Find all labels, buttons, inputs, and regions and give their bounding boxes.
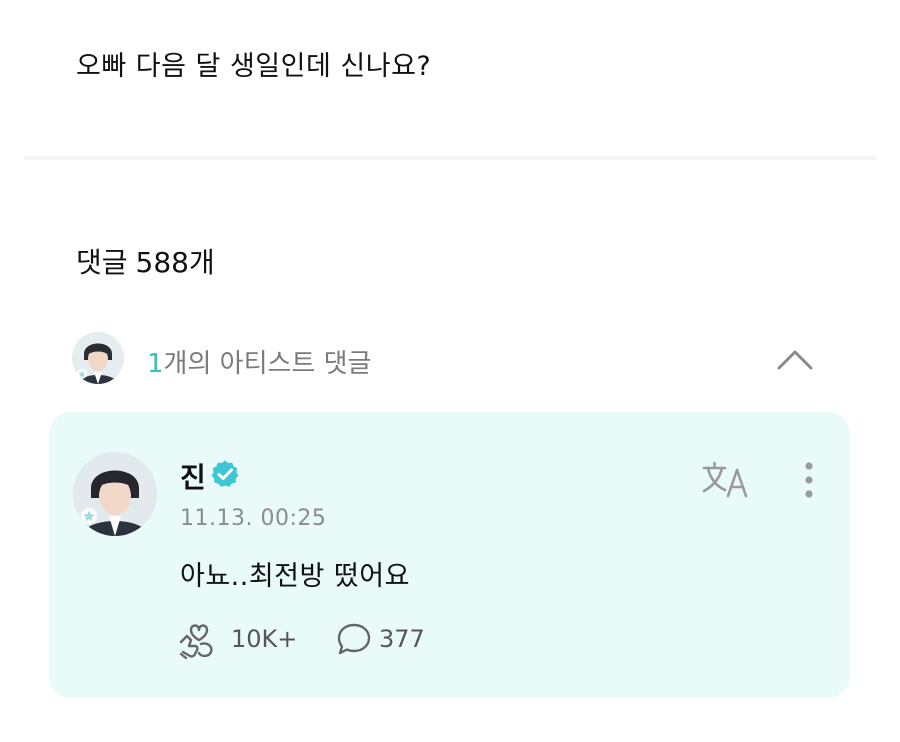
reply-icon[interactable] bbox=[335, 621, 373, 657]
chevron-up-icon[interactable] bbox=[775, 340, 815, 380]
like-count: 10K+ bbox=[231, 625, 298, 653]
avatar-image bbox=[73, 452, 157, 536]
comments-header: 댓글 588개 bbox=[76, 241, 215, 281]
post-text: 오빠 다음 달 생일인데 신나요? bbox=[76, 51, 432, 82]
comment-author[interactable]: 진 bbox=[180, 456, 206, 496]
avatar bbox=[72, 332, 124, 384]
more-vertical-icon[interactable] bbox=[799, 460, 819, 504]
avatar[interactable] bbox=[73, 452, 157, 536]
artist-comments-label: 1개의 아티스트 댓글 bbox=[147, 343, 371, 380]
comments-count: 588개 bbox=[135, 246, 215, 279]
like-icon[interactable] bbox=[177, 620, 219, 660]
comments-label: 댓글 bbox=[76, 246, 128, 279]
translate-icon[interactable] bbox=[701, 460, 755, 500]
comment-card: 진 11.13. 00:25 아뇨..최전방 떴어요 10K+ 377 bbox=[49, 412, 850, 698]
comment-text: 아뇨..최전방 떴어요 bbox=[180, 561, 410, 592]
artist-comments-count: 1 bbox=[147, 349, 164, 379]
verified-badge-icon bbox=[211, 460, 239, 487]
divider bbox=[24, 156, 876, 160]
artist-comments-text: 개의 아티스트 댓글 bbox=[163, 349, 372, 379]
avatar-image bbox=[72, 332, 124, 384]
comment-timestamp: 11.13. 00:25 bbox=[180, 506, 327, 531]
reply-count: 377 bbox=[379, 625, 425, 653]
artist-comments-toggle[interactable]: 1개의 아티스트 댓글 bbox=[72, 332, 860, 386]
